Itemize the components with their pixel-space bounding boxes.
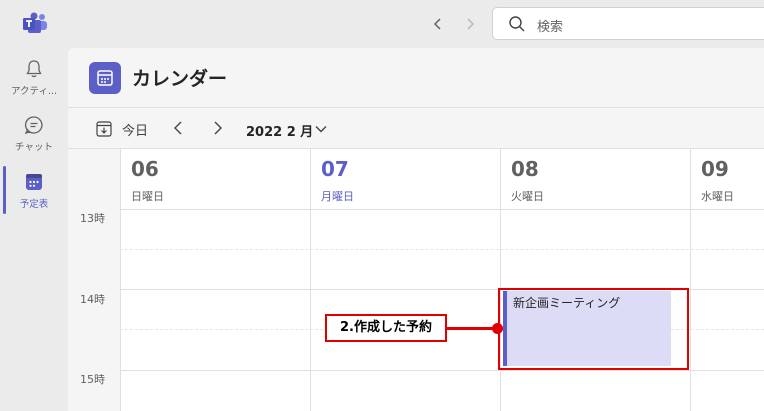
rail-label-activity: アクティ...: [10, 86, 57, 97]
day-header-wednesday[interactable]: 09 水曜日: [690, 149, 764, 209]
rail-label-chat: チャット: [15, 142, 53, 153]
hour-line: [120, 209, 764, 210]
bell-icon: [26, 60, 42, 78]
day-name: 月曜日: [321, 190, 354, 203]
day-column[interactable]: [690, 209, 764, 411]
time-label: 15時: [80, 373, 105, 386]
day-number: 06: [131, 157, 159, 181]
day-header-sunday[interactable]: 06 日曜日: [120, 149, 310, 209]
time-label: 14時: [80, 293, 105, 306]
search-placeholder: 検索: [537, 20, 564, 35]
calendar-icon: [26, 174, 42, 190]
annotation-highlight-box: [498, 288, 689, 370]
page-title: カレンダー: [132, 68, 228, 90]
annotation-label: 2.作成した予約: [325, 314, 447, 342]
annotation-dot: [492, 323, 503, 334]
day-column[interactable]: [120, 209, 310, 411]
day-number: 08: [511, 157, 539, 181]
half-hour-line: [120, 249, 764, 250]
app-rail: アクティ... チャット 予定表: [0, 48, 68, 411]
day-column[interactable]: [310, 209, 500, 411]
calendar-grid: 06 日曜日 07 月曜日 08 火曜日 09 水曜日 13時 14時 15時: [68, 148, 764, 411]
today-button[interactable]: 今日: [122, 120, 148, 139]
chat-icon: [24, 116, 43, 135]
day-name: 水曜日: [701, 190, 734, 203]
back-arrow-icon[interactable]: [428, 14, 448, 34]
search-input[interactable]: 検索: [492, 7, 764, 40]
today-icon[interactable]: [96, 120, 112, 137]
month-selector[interactable]: 2022 2 月: [246, 121, 313, 140]
search-icon: [509, 16, 525, 32]
day-name: 日曜日: [131, 190, 164, 203]
hour-line: [120, 370, 764, 371]
day-header-monday[interactable]: 07 月曜日: [310, 149, 500, 209]
rail-label-calendar: 予定表: [19, 199, 49, 210]
day-number: 09: [701, 157, 729, 181]
forward-arrow-icon[interactable]: [460, 14, 480, 34]
day-name: 火曜日: [511, 190, 544, 203]
rail-item-chat[interactable]: チャット: [0, 114, 68, 168]
day-number: 07: [321, 157, 349, 181]
chevron-down-icon[interactable]: [314, 122, 328, 136]
calendar-app-icon: [89, 62, 121, 94]
day-header-tuesday[interactable]: 08 火曜日: [500, 149, 690, 209]
annotation-connector: [446, 327, 498, 330]
time-label: 13時: [80, 212, 105, 225]
rail-item-calendar[interactable]: 予定表: [0, 171, 68, 225]
title-bar: 検索: [0, 0, 764, 48]
rail-item-activity[interactable]: アクティ...: [0, 58, 68, 112]
previous-week-icon[interactable]: [168, 117, 188, 139]
calendar-toolbar: 今日 2022 2 月: [68, 109, 764, 149]
next-week-icon[interactable]: [208, 117, 228, 139]
teams-logo-icon[interactable]: [22, 12, 48, 34]
app-header: カレンダー: [68, 48, 764, 108]
